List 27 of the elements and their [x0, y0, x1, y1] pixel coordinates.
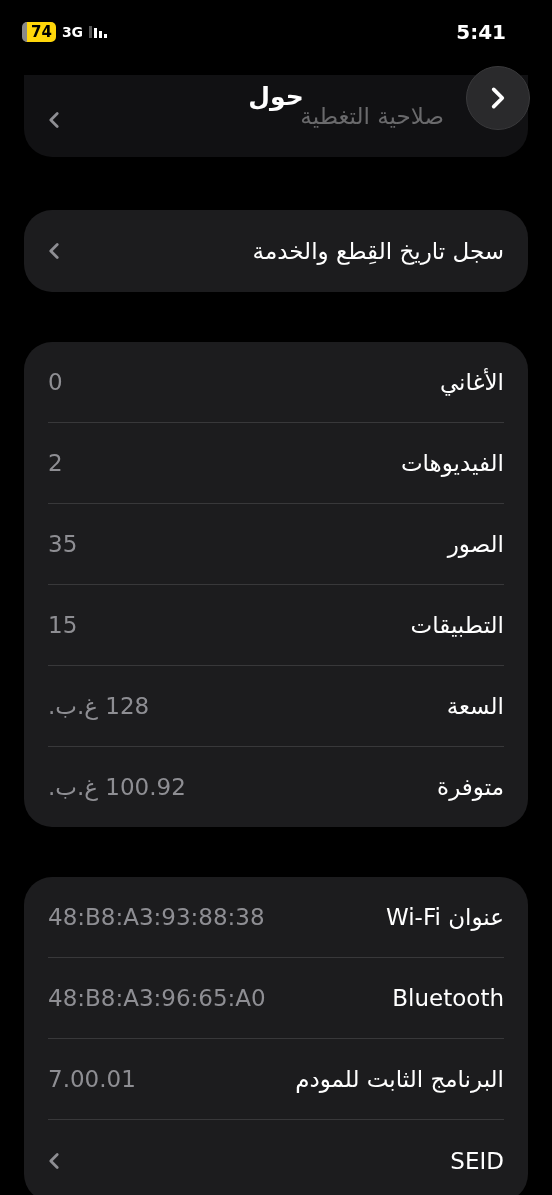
row-label: Bluetooth [392, 985, 504, 1011]
row-label: البرنامج الثابت للمودم [295, 1066, 504, 1092]
row-value: 100.92 غ.ب. [48, 774, 186, 800]
chevron-icon [48, 111, 60, 129]
battery-indicator: 74 [22, 22, 56, 42]
list-item[interactable]: SEID [48, 1119, 504, 1195]
row-label: التطبيقات [410, 612, 504, 638]
row-label: متوفرة [437, 774, 504, 800]
network-type: 3G [61, 24, 84, 40]
signal-icon [89, 26, 110, 38]
row-value: 7.00.01 [48, 1066, 136, 1092]
row-value: 2 [48, 450, 63, 476]
row-label: السعة [446, 693, 504, 719]
chevron-icon [48, 242, 60, 260]
row-value: 128 غ.ب. [48, 693, 150, 719]
chevron-icon [48, 1152, 60, 1170]
chevron-icon [490, 86, 506, 110]
row-label: عنوان Wi-Fi [386, 904, 504, 930]
clock: 5:41 [456, 20, 506, 44]
row-label: الأغاني [439, 369, 504, 395]
row-label: الصور [447, 531, 504, 557]
row-label: الفيديوهات [400, 450, 504, 476]
row-value: 48:B8:A3:96:65:A0 [48, 985, 266, 1011]
row-value: 35 [48, 531, 78, 557]
row-value: 48:B8:A3:93:88:38 [48, 904, 265, 930]
row-value: 15 [48, 612, 78, 638]
row-value: 0 [48, 369, 63, 395]
